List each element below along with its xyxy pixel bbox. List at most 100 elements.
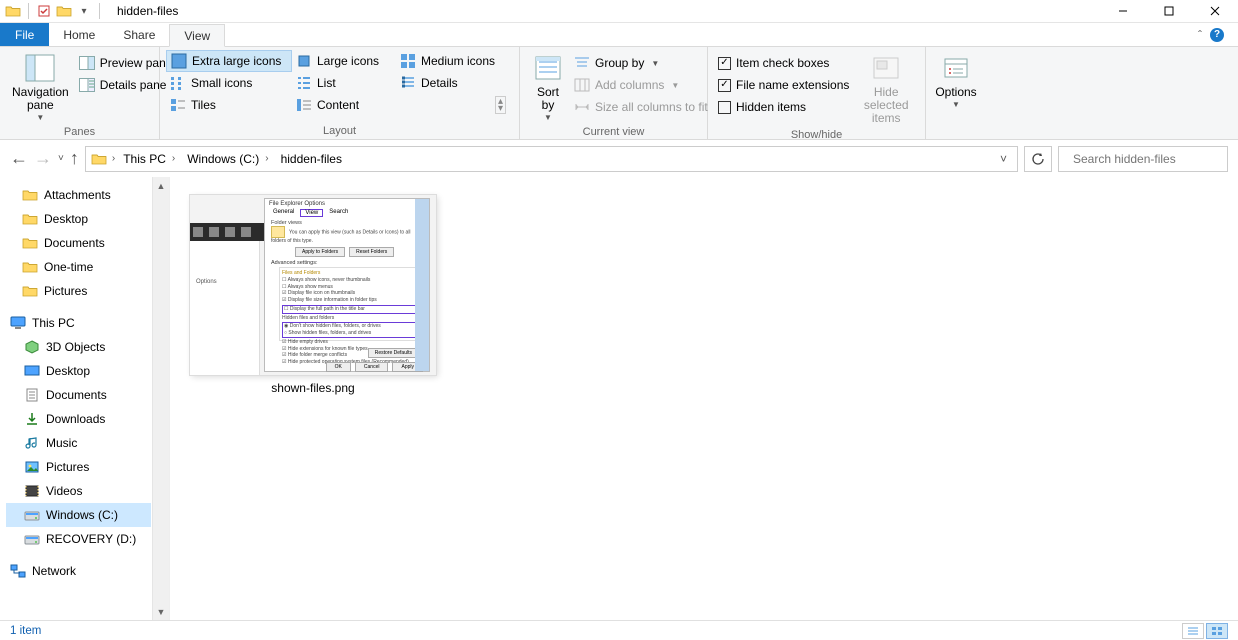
help-icon[interactable]: ? (1210, 28, 1224, 42)
navigation-bar: ← → ˅ ↑ › This PC› Windows (C:)› hidden-… (0, 140, 1238, 177)
details-pane-label: Details pane (100, 78, 167, 92)
file-list[interactable]: Options File Explorer Options GeneralVie… (170, 177, 1238, 620)
folder-icon (22, 235, 38, 251)
list-icon (296, 75, 312, 91)
chevron-right-icon[interactable]: › (265, 153, 268, 164)
group-label-layout: Layout (166, 124, 513, 139)
item-check-boxes-toggle[interactable]: ✓ Item check boxes (714, 52, 853, 74)
tree-item[interactable]: Desktop (18, 207, 151, 231)
large-icons-icon (296, 53, 312, 69)
small-icons-icon (170, 75, 186, 91)
layout-label: Large icons (317, 54, 379, 68)
tab-home[interactable]: Home (49, 23, 109, 46)
qat-dropdown-icon[interactable]: ▾ (76, 3, 92, 19)
tree-item[interactable]: Pictures (6, 455, 151, 479)
navigation-pane-button[interactable]: Navigation pane ▼ (6, 50, 75, 125)
layout-extra-large-icons[interactable]: Extra large icons (166, 50, 292, 72)
tree-item[interactable]: Desktop (6, 359, 151, 383)
tree-label: This PC (32, 316, 75, 330)
group-label-currentview: Current view (526, 125, 701, 140)
scroll-up-icon[interactable]: ▲ (153, 177, 169, 194)
search-box[interactable] (1058, 146, 1228, 172)
hidden-items-toggle[interactable]: Hidden items (714, 96, 853, 118)
layout-small-icons[interactable]: Small icons (166, 72, 292, 94)
add-columns-button[interactable]: Add columns ▼ (570, 74, 712, 96)
thumb-section: Advanced settings: (265, 257, 429, 266)
tree-item[interactable]: Downloads (6, 407, 151, 431)
recent-locations-button[interactable]: ˅ (58, 153, 64, 164)
tree-label: Attachments (44, 188, 111, 202)
qat-newfolder-icon[interactable] (56, 3, 72, 19)
forward-button[interactable]: → (34, 148, 52, 169)
ribbon-collapse-icon[interactable]: ˆ (1198, 28, 1202, 42)
layout-list[interactable]: List (292, 72, 396, 94)
size-columns-button[interactable]: Size all columns to fit (570, 96, 712, 118)
window-close-button[interactable] (1192, 0, 1238, 23)
tree-item[interactable]: One-time (18, 255, 151, 279)
address-dropdown-icon[interactable]: ˅ (992, 152, 1015, 166)
tree-item[interactable]: Pictures (18, 279, 151, 303)
layout-large-icons[interactable]: Large icons (292, 50, 396, 72)
tab-share[interactable]: Share (109, 23, 169, 46)
options-button[interactable]: Options ▼ (929, 50, 982, 112)
refresh-button[interactable] (1024, 146, 1052, 172)
tree-item-thispc[interactable]: This PC (6, 311, 151, 335)
layout-label: Tiles (191, 98, 216, 112)
view-details-button[interactable] (1182, 623, 1204, 639)
drive-icon (24, 531, 40, 547)
breadcrumb-segment[interactable]: This PC› (117, 147, 181, 171)
breadcrumb-segment[interactable]: hidden-files (275, 147, 348, 171)
title-bar: ▾ hidden-files (0, 0, 1238, 23)
tree-item[interactable]: Music (6, 431, 151, 455)
group-by-label: Group by (595, 56, 644, 70)
tree-label: Downloads (46, 412, 105, 426)
ribbon-tabs: File Home Share View ˆ ? (0, 23, 1238, 47)
tree-item-selected[interactable]: Windows (C:) (6, 503, 151, 527)
details-pane-icon (79, 77, 95, 93)
file-name-extensions-toggle[interactable]: ✓ File name extensions (714, 74, 853, 96)
layout-scroll-icon[interactable]: ▴▾ (495, 96, 506, 114)
tree-label: Music (46, 436, 77, 450)
tab-file[interactable]: File (0, 23, 49, 46)
item-check-boxes-label: Item check boxes (736, 56, 829, 70)
sort-by-button[interactable]: Sort by ▼ (526, 50, 570, 125)
chevron-right-icon[interactable]: › (172, 153, 175, 164)
documents-icon (24, 387, 40, 403)
view-largeicons-button[interactable] (1206, 623, 1228, 639)
layout-tiles[interactable]: Tiles (166, 94, 292, 116)
layout-medium-icons[interactable]: Medium icons (396, 50, 510, 72)
content-icon (296, 97, 312, 113)
network-icon (10, 563, 26, 579)
window-minimize-button[interactable] (1100, 0, 1146, 23)
layout-label: Medium icons (421, 54, 495, 68)
file-item[interactable]: Options File Explorer Options GeneralVie… (190, 195, 436, 395)
breadcrumb-label: hidden-files (281, 152, 342, 166)
up-button[interactable]: ↑ (70, 148, 79, 169)
layout-details[interactable]: Details (396, 72, 510, 94)
scroll-down-icon[interactable]: ▼ (153, 603, 169, 620)
tree-item[interactable]: Documents (6, 383, 151, 407)
navpane-scrollbar[interactable]: ▲ ▼ (152, 177, 169, 620)
search-input[interactable] (1071, 151, 1230, 167)
navigation-pane: Attachments Desktop Documents One-time P… (0, 177, 170, 620)
layout-content[interactable]: Content (292, 94, 396, 116)
address-bar[interactable]: › This PC› Windows (C:)› hidden-files ˅ (85, 146, 1018, 172)
tiles-icon (170, 97, 186, 113)
back-button[interactable]: ← (10, 148, 28, 169)
3dobjects-icon (24, 339, 40, 355)
tab-view[interactable]: View (169, 24, 225, 47)
tree-item[interactable]: 3D Objects (6, 335, 151, 359)
group-by-button[interactable]: Group by ▼ (570, 52, 712, 74)
tree-item[interactable]: Attachments (18, 183, 151, 207)
window-maximize-button[interactable] (1146, 0, 1192, 23)
music-icon (24, 435, 40, 451)
tree-item[interactable]: RECOVERY (D:) (6, 527, 151, 551)
tree-item-network[interactable]: Network (6, 559, 151, 583)
chevron-right-icon[interactable]: › (110, 153, 117, 164)
tree-item[interactable]: Videos (6, 479, 151, 503)
tree-item[interactable]: Documents (18, 231, 151, 255)
status-item-count: 1 item (10, 625, 41, 637)
qat-properties-icon[interactable] (36, 3, 52, 19)
hide-selected-items-button[interactable]: Hide selected items (853, 50, 919, 128)
breadcrumb-segment[interactable]: Windows (C:)› (181, 147, 274, 171)
